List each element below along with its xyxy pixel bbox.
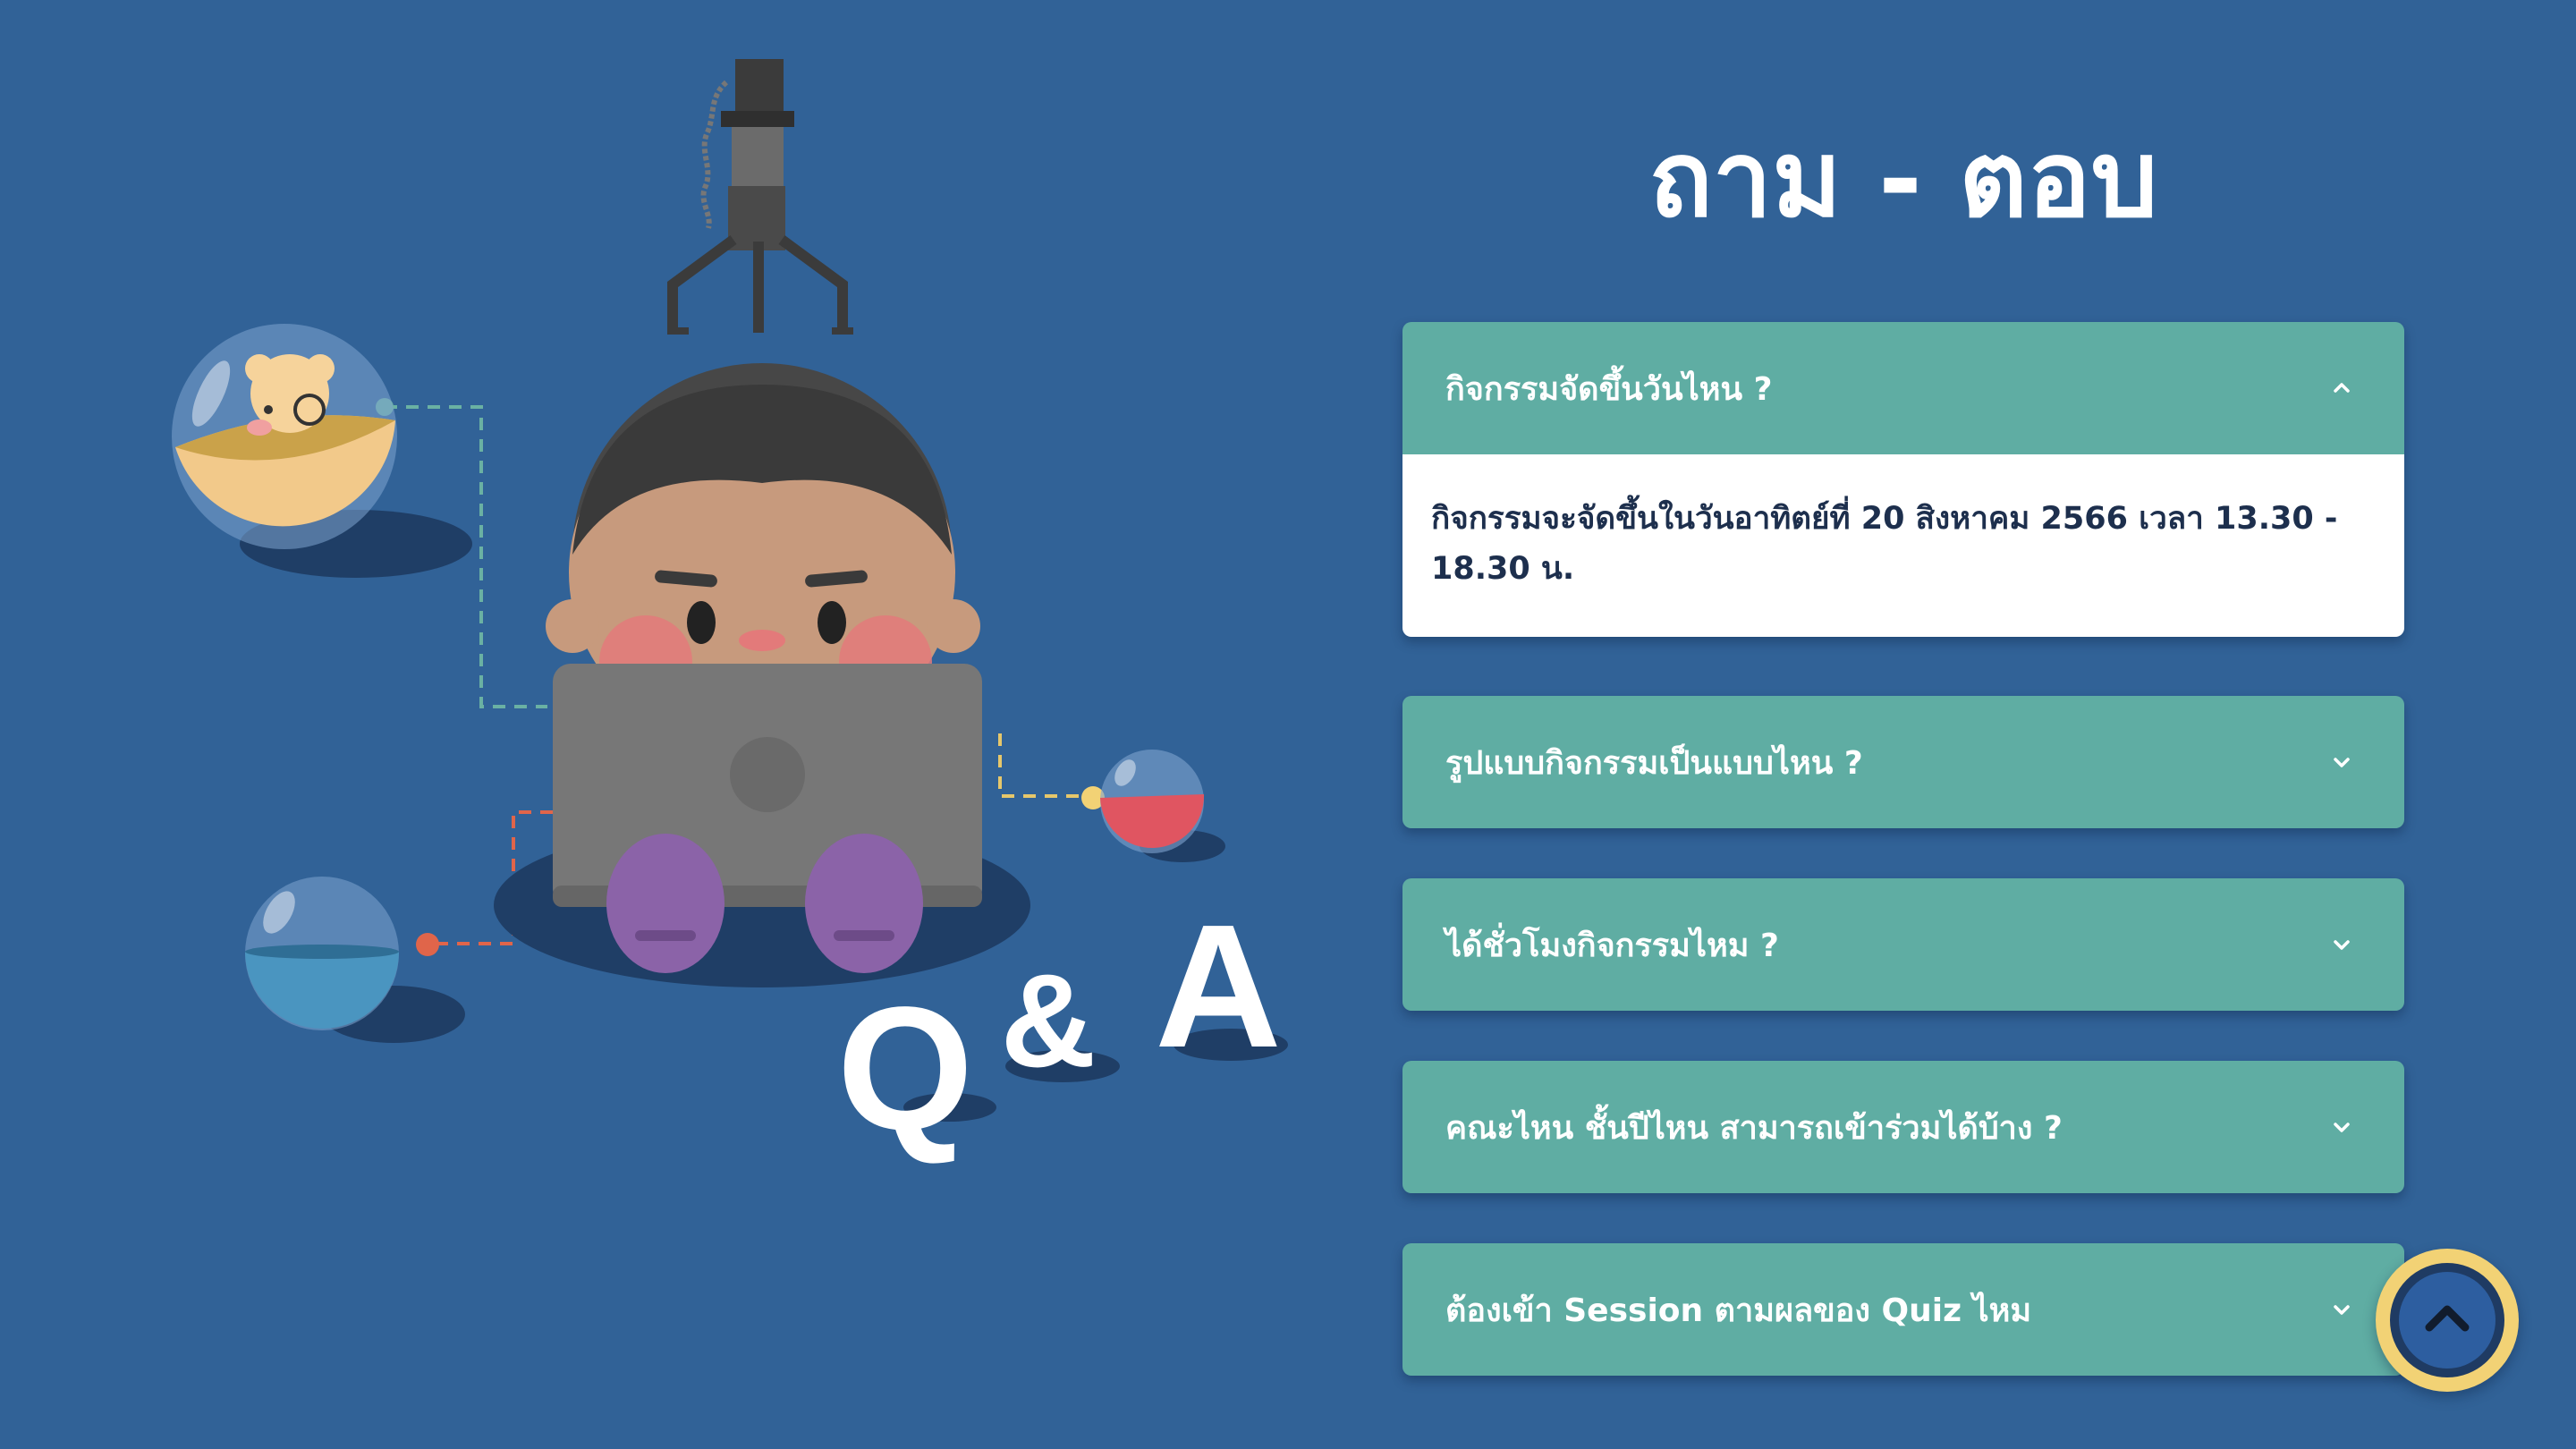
page-title: ถาม - ตอบ: [1648, 117, 2158, 241]
qa-illustration: Q & A: [172, 59, 1288, 1166]
q-letter: Q: [837, 970, 973, 1166]
red-capsule: [1100, 750, 1225, 862]
faq-question: รูปแบบกิจกรรมเป็นแบบไหน ?: [1445, 744, 1863, 782]
faq-item: คณะไหน ชั้นปีไหน สามารถเข้าร่วมได้บ้าง ?: [1402, 1061, 2404, 1193]
faq-item: รูปแบบกิจกรรมเป็นแบบไหน ?: [1402, 696, 2404, 828]
faq-question: คณะไหน ชั้นปีไหน สามารถเข้าร่วมได้บ้าง ?: [1445, 1109, 2063, 1147]
chevron-down-icon: [2334, 940, 2350, 950]
character-with-laptop: [494, 363, 1030, 987]
yellow-capsule: [172, 324, 472, 578]
faq-answer-panel: กิจกรรมจะจัดขึ้นในวันอาทิตย์ที่ 20 สิงหา…: [1402, 454, 2404, 637]
chevron-down-icon: [2334, 758, 2350, 767]
faq-answer: กิจกรรมจะจัดขึ้นในวันอาทิตย์ที่ 20 สิงหา…: [1431, 501, 2338, 587]
chevron-up-icon: [2334, 383, 2350, 393]
faq-question-header[interactable]: ต้องเข้า Session ตามผลของ Quiz ไหม: [1402, 1243, 2404, 1376]
blue-capsule: [245, 877, 465, 1043]
chevron-up-icon: [2425, 1305, 2470, 1332]
faq-question: ได้ชั่วโมงกิจกรรมไหม ?: [1445, 927, 1779, 964]
faq-question-header[interactable]: รูปแบบกิจกรรมเป็นแบบไหน ?: [1402, 696, 2404, 828]
chevron-down-icon: [2334, 1305, 2350, 1315]
faq-question-header[interactable]: ได้ชั่วโมงกิจกรรมไหม ?: [1402, 878, 2404, 1011]
scroll-to-top-button[interactable]: [2376, 1249, 2519, 1392]
faq-question: ต้องเข้า Session ตามผลของ Quiz ไหม: [1445, 1292, 2032, 1329]
faq-item: ได้ชั่วโมงกิจกรรมไหม ?: [1402, 878, 2404, 1011]
faq-item: ต้องเข้า Session ตามผลของ Quiz ไหม: [1402, 1243, 2404, 1376]
a-letter: A: [1155, 888, 1282, 1084]
faq-question-header[interactable]: กิจกรรมจัดขึ้นวันไหน ?: [1402, 322, 2404, 454]
claw-arm: [667, 59, 853, 335]
faq-question: กิจกรรมจัดขึ้นวันไหน ?: [1445, 370, 1773, 408]
ampersand: &: [1001, 947, 1097, 1095]
faq-item: กิจกรรมจัดขึ้นวันไหน ? กิจกรรมจะจัดขึ้นใ…: [1402, 322, 2404, 637]
chevron-down-icon: [2334, 1123, 2350, 1132]
faq-question-header[interactable]: คณะไหน ชั้นปีไหน สามารถเข้าร่วมได้บ้าง ?: [1402, 1061, 2404, 1193]
